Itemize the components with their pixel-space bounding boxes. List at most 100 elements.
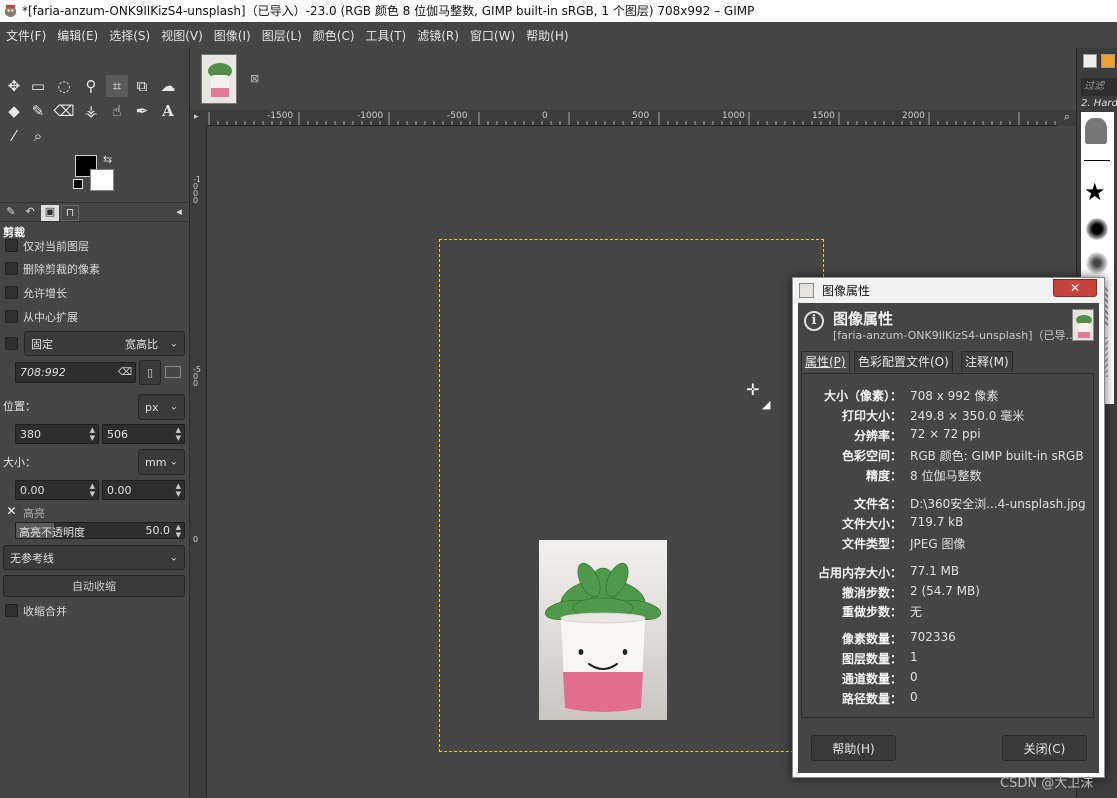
menu-colors[interactable]: 颜色(C) <box>313 27 355 44</box>
dialog-app-icon <box>799 283 814 298</box>
bucket-fill-tool-icon[interactable]: ◆ <box>3 100 25 122</box>
menu-filters[interactable]: 滤镜(R) <box>417 27 459 44</box>
dialog-close-icon[interactable]: ✕ <box>1053 279 1097 297</box>
brush-preview-texture[interactable] <box>1086 252 1108 274</box>
text-tool-icon[interactable]: A <box>157 100 179 122</box>
smudge-tool-icon[interactable]: ☝ <box>106 100 128 122</box>
menu-image[interactable]: 图像(I) <box>214 27 251 44</box>
brush-filter-input[interactable]: 过滤 <box>1081 78 1117 96</box>
dock-menu-icon[interactable]: ◂ <box>170 205 188 221</box>
close-button[interactable]: 关闭(C) <box>1002 735 1087 761</box>
property-row: 占用内存大小： 77.1 MB <box>802 564 1095 584</box>
images-tab-icon[interactable]: ▣ <box>41 205 59 221</box>
size-height-input[interactable]: 0.00 ▲ ▼ <box>102 480 185 500</box>
property-key: 像素数量： <box>841 632 902 646</box>
help-button[interactable]: 帮助(H) <box>811 735 896 761</box>
move-tool-icon[interactable]: ✥ <box>3 75 25 97</box>
fixed-mode-combo[interactable]: 固定 宽高比 ⌄ <box>24 331 185 356</box>
image-tab-thumbnail[interactable] <box>201 54 237 104</box>
current-layer-only-checkbox[interactable] <box>5 239 18 252</box>
expand-from-center-checkbox[interactable] <box>5 310 18 323</box>
ruler-label: 1000 <box>722 111 745 121</box>
tab-color-profile[interactable]: 色彩配置文件(O) <box>854 351 953 372</box>
device-status-tab-icon[interactable]: ⊓ <box>61 205 79 221</box>
brush-preview-star[interactable]: ★ <box>1084 180 1106 204</box>
landscape-orientation-icon[interactable] <box>165 366 181 378</box>
menu-select[interactable]: 选择(S) <box>109 27 150 44</box>
shrink-merged-checkbox[interactable] <box>5 604 18 617</box>
color-picker-tool-icon[interactable]: ⁄ <box>3 125 25 147</box>
eraser-tool-icon[interactable]: ⌫ <box>53 100 75 122</box>
delete-cropped-label: 删除剪裁的像素 <box>23 263 100 276</box>
warp-tool-icon[interactable]: ☁ <box>157 75 179 97</box>
expand-from-center-label: 从中心扩展 <box>23 311 78 324</box>
property-key: 精度： <box>865 469 902 483</box>
succulent-thumbnail-image <box>1076 315 1092 338</box>
clone-tool-icon[interactable]: ⚶ <box>80 100 102 122</box>
tab-properties[interactable]: 属性(P) <box>801 351 850 372</box>
default-colors-icon[interactable] <box>73 179 83 189</box>
property-key: 文件大小： <box>841 517 902 531</box>
brush-name-label: 2. Hard <box>1081 98 1117 109</box>
tab-comment[interactable]: 注释(M) <box>961 351 1013 372</box>
properties-table: 大小（像素）： 708 x 992 像素 打印大小： 249.8 × 350.0 毫… <box>801 373 1094 718</box>
ruler-label: 1500 <box>812 111 835 121</box>
lasso-tool-icon[interactable]: ◌ <box>53 75 75 97</box>
aspect-ratio-input[interactable]: 708:992 ⌫ <box>15 362 136 383</box>
succulent-photo <box>539 540 667 720</box>
clear-field-icon[interactable]: ⌫ <box>118 367 132 378</box>
brush-preview-splatter[interactable] <box>1086 218 1108 240</box>
background-color-swatch[interactable] <box>90 169 114 191</box>
quick-mask-icon[interactable]: ▸ <box>194 112 199 122</box>
brush-preview-line[interactable] <box>1084 160 1110 161</box>
position-y-input[interactable]: 506 ▲ ▼ <box>102 424 185 444</box>
highlight-checkbox[interactable]: ✕ <box>5 505 18 518</box>
fuzzy-select-tool-icon[interactable]: ⚲ <box>80 75 102 97</box>
current-layer-only-label: 仅对当前图层 <box>23 240 89 253</box>
image-tab-strip: ⊠ <box>190 48 1075 110</box>
menu-layer[interactable]: 图层(L) <box>262 27 302 44</box>
spin-arrows-icon[interactable]: ▲ ▼ <box>90 482 95 498</box>
position-unit-combo[interactable]: px ⌄ <box>138 394 185 420</box>
guides-combo[interactable]: 无参考线 ⌄ <box>3 545 185 570</box>
brush-preview-portrait[interactable] <box>1085 118 1107 144</box>
menu-tools[interactable]: 工具(T) <box>366 27 407 44</box>
info-icon: i <box>804 311 824 331</box>
menu-view[interactable]: 视图(V) <box>161 27 203 44</box>
spin-arrows-icon[interactable]: ▲ ▼ <box>90 426 95 442</box>
auto-shrink-button[interactable]: 自动收缩 <box>3 575 185 597</box>
swap-colors-icon[interactable]: ⇆ <box>103 153 112 166</box>
property-key: 打印大小： <box>841 409 902 423</box>
menu-edit[interactable]: 编辑(E) <box>57 27 98 44</box>
brushes-tab-icon[interactable] <box>1083 54 1097 68</box>
portrait-orientation-icon[interactable]: ▯ <box>139 360 161 385</box>
menu-file[interactable]: 文件(F) <box>6 27 46 44</box>
paintbrush-tool-icon[interactable]: ✎ <box>27 100 49 122</box>
fixed-checkbox[interactable] <box>5 337 18 350</box>
patterns-tab-icon[interactable] <box>1101 54 1115 68</box>
zoom-tool-icon[interactable]: ⌕ <box>27 125 49 147</box>
close-tab-icon[interactable]: ⊠ <box>250 72 259 85</box>
spin-arrows-icon[interactable]: ▲ ▼ <box>176 482 181 498</box>
undo-history-tab-icon[interactable]: ↶ <box>21 205 39 221</box>
tool-options-tab-icon[interactable]: ✎ <box>2 205 20 221</box>
dialog-body: i 图像属性 [faria-anzum-ONK9IlKizS4-unsplash… <box>798 303 1099 773</box>
paths-tool-icon[interactable]: ✒ <box>131 100 153 122</box>
allow-growing-checkbox[interactable] <box>5 286 18 299</box>
crop-tool-icon[interactable]: ⌗ <box>106 75 128 97</box>
size-width-input[interactable]: 0.00 ▲ ▼ <box>15 480 99 500</box>
position-x-input[interactable]: 380 ▲ ▼ <box>15 424 99 444</box>
menu-help[interactable]: 帮助(H) <box>526 27 568 44</box>
spin-arrows-icon[interactable]: ▲ ▼ <box>176 426 181 442</box>
transform-tool-icon[interactable]: ⧉ <box>131 75 153 97</box>
highlight-opacity-slider[interactable]: 高亮不透明度 50.0 ▲ ▼ <box>15 522 185 539</box>
crosshair-cursor-icon: ✛ <box>746 380 760 399</box>
menu-windows[interactable]: 窗口(W) <box>470 27 515 44</box>
delete-cropped-checkbox[interactable] <box>5 262 18 275</box>
spin-arrows-icon[interactable]: ▲ ▼ <box>176 523 181 538</box>
zoom-navigation-icon[interactable]: ⌕ <box>1058 110 1076 126</box>
size-unit-combo[interactable]: mm ⌄ <box>138 449 185 475</box>
rect-select-tool-icon[interactable]: ▭ <box>27 75 49 97</box>
chevron-down-icon: ⌄ <box>169 338 178 349</box>
property-row: 文件类型： JPEG 图像 <box>802 535 1095 555</box>
